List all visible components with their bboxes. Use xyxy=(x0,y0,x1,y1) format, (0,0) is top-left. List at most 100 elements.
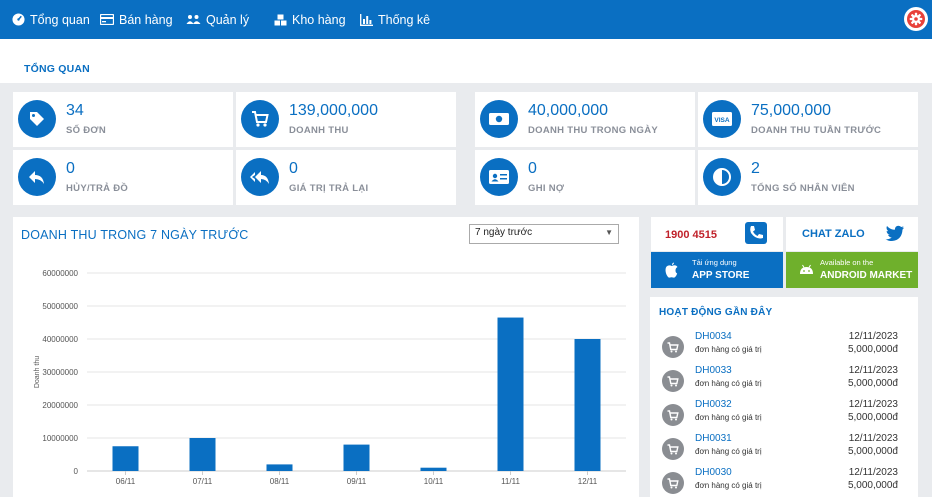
chat-zalo-label: CHAT ZALO xyxy=(802,228,865,240)
order-code[interactable]: DH0032 xyxy=(695,399,732,410)
money-icon xyxy=(480,100,518,138)
chart-bar xyxy=(112,446,139,471)
app-store-button[interactable]: Tải ứng dụng APP STORE xyxy=(651,252,783,288)
stat-label: DOANH THU xyxy=(289,125,349,136)
nav-label: Thống kê xyxy=(378,12,431,27)
order-date: 12/11/2023 xyxy=(848,331,898,342)
x-tick-label: 07/11 xyxy=(193,477,213,486)
x-tick-label: 08/11 xyxy=(270,477,290,486)
order-code[interactable]: DH0031 xyxy=(695,433,732,444)
order-code[interactable]: DH0033 xyxy=(695,365,732,376)
activity-item[interactable]: DH0031 đơn hàng có giá trị 12/11/2023 5,000… xyxy=(650,433,918,467)
nav-item-thong-ke[interactable]: Thống kê xyxy=(360,0,430,39)
stat-value: 0 xyxy=(66,160,75,177)
order-desc: đơn hàng có giá trị xyxy=(695,481,762,490)
cart-icon xyxy=(662,404,684,426)
order-amount: 5,000,000đ xyxy=(847,446,898,457)
page-header: TỔNG QUAN xyxy=(0,39,932,83)
order-desc: đơn hàng có giá trị xyxy=(695,413,762,422)
cart-icon xyxy=(662,438,684,460)
stat-card-last-week: VISA 75,000,000 DOANH THU TUẦN TRƯỚC xyxy=(698,92,918,147)
stat-card-returns: 0 HỦY/TRẢ ĐỒ xyxy=(13,150,233,205)
activity-item[interactable]: DH0033 đơn hàng có giá trị 12/11/2023 5,000… xyxy=(650,365,918,399)
settings-button[interactable] xyxy=(904,7,928,31)
tag-icon xyxy=(18,100,56,138)
chart-bar xyxy=(266,464,293,471)
y-tick-label: 60000000 xyxy=(42,269,78,278)
app-store-label: APP STORE xyxy=(692,270,750,281)
stat-value: 34 xyxy=(66,102,84,119)
boxes-icon xyxy=(274,14,287,25)
order-code[interactable]: DH0030 xyxy=(695,467,732,478)
users-icon xyxy=(186,15,201,24)
nav-label: Tổng quan xyxy=(30,12,90,27)
chart-bar xyxy=(497,317,524,471)
cart-icon xyxy=(662,336,684,358)
nav-label: Kho hàng xyxy=(292,12,346,27)
page-title: TỔNG QUAN xyxy=(24,63,90,75)
svg-text:VISA: VISA xyxy=(714,117,729,124)
id-card-icon xyxy=(480,158,518,196)
chart-bar xyxy=(574,339,601,471)
visa-icon: VISA xyxy=(703,100,741,138)
app-store-caption: Tải ứng dụng xyxy=(692,258,737,267)
top-navbar: Tổng quan Bán hàng Quản lý Kho hàng Thốn… xyxy=(0,0,932,39)
chart-bar xyxy=(343,444,370,471)
chat-zalo-box[interactable]: CHAT ZALO xyxy=(786,217,918,251)
y-axis-label: Doanh thu xyxy=(34,356,41,388)
order-desc: đơn hàng có giá trị xyxy=(695,379,762,388)
contrast-icon xyxy=(703,158,741,196)
android-market-button[interactable]: Available on the ANDROID MARKET xyxy=(786,252,918,288)
order-amount: 5,000,000đ xyxy=(847,480,898,491)
nav-label: Quản lý xyxy=(206,12,250,27)
bar-chart-icon xyxy=(360,13,373,26)
order-date: 12/11/2023 xyxy=(848,365,898,376)
revenue-chart-panel: DOANH THU TRONG 7 NGÀY TRƯỚC 7 ngày trướ… xyxy=(13,217,639,497)
order-code[interactable]: DH0034 xyxy=(695,331,732,342)
nav-item-ban-hang[interactable]: Bán hàng xyxy=(100,0,173,39)
activity-item[interactable]: DH0030 đơn hàng có giá trị 12/11/2023 5,000… xyxy=(650,467,918,497)
cart-icon xyxy=(662,370,684,392)
x-tick-label: 11/11 xyxy=(501,477,520,486)
stat-value: 0 xyxy=(528,160,537,177)
nav-item-tong-quan[interactable]: Tổng quan xyxy=(12,0,90,39)
stat-card-debt: 0 GHI NỢ xyxy=(475,150,695,205)
apple-icon xyxy=(665,262,678,278)
x-tick-label: 12/11 xyxy=(578,477,598,486)
revenue-bar-chart: 0 10000000 20000000 30000000 40000000 5000000… xyxy=(34,269,626,486)
twitter-icon xyxy=(885,225,904,242)
stat-card-return-value: 0 GIÁ TRỊ TRẢ LẠI xyxy=(236,150,456,205)
android-caption: Available on the xyxy=(820,258,874,267)
gear-icon xyxy=(907,10,925,28)
cart-icon xyxy=(662,472,684,494)
stat-label: GHI NỢ xyxy=(528,183,565,194)
dashboard-icon xyxy=(12,13,25,26)
order-desc: đơn hàng có giá trị xyxy=(695,447,762,456)
order-date: 12/11/2023 xyxy=(848,467,898,478)
nav-item-kho-hang[interactable]: Kho hàng xyxy=(274,0,346,39)
chart-bar xyxy=(189,438,216,471)
hotline-box[interactable]: 1900 4515 xyxy=(651,217,783,251)
x-tick-label: 06/11 xyxy=(116,477,136,486)
y-tick-label: 50000000 xyxy=(42,302,78,311)
activity-item[interactable]: DH0032 đơn hàng có giá trị 12/11/2023 5,000… xyxy=(650,399,918,433)
activity-item[interactable]: DH0034 đơn hàng có giá trị 12/11/2023 5,000… xyxy=(650,331,918,365)
reply-all-icon xyxy=(241,158,279,196)
stat-card-employees: 2 TỔNG SỐ NHÂN VIÊN xyxy=(698,150,918,205)
stat-value: 40,000,000 xyxy=(528,102,609,119)
order-amount: 5,000,000đ xyxy=(847,412,898,423)
cart-icon xyxy=(241,100,279,138)
hotline-number: 1900 4515 xyxy=(665,229,717,241)
nav-item-quan-ly[interactable]: Quản lý xyxy=(186,0,249,39)
reply-icon xyxy=(18,158,56,196)
stat-card-orders: 34 SỐ ĐƠN xyxy=(13,92,233,147)
stat-value: 75,000,000 xyxy=(751,102,832,119)
stat-label: DOANH THU TUẦN TRƯỚC xyxy=(751,125,882,136)
chart-bar xyxy=(420,467,447,471)
stat-value: 2 xyxy=(751,160,760,177)
phone-icon xyxy=(745,222,767,244)
stat-card-daily-revenue: 40,000,000 DOANH THU TRONG NGÀY xyxy=(475,92,695,147)
y-tick-label: 0 xyxy=(74,467,79,476)
nav-label: Bán hàng xyxy=(119,12,173,27)
x-tick-label: 10/11 xyxy=(424,477,444,486)
